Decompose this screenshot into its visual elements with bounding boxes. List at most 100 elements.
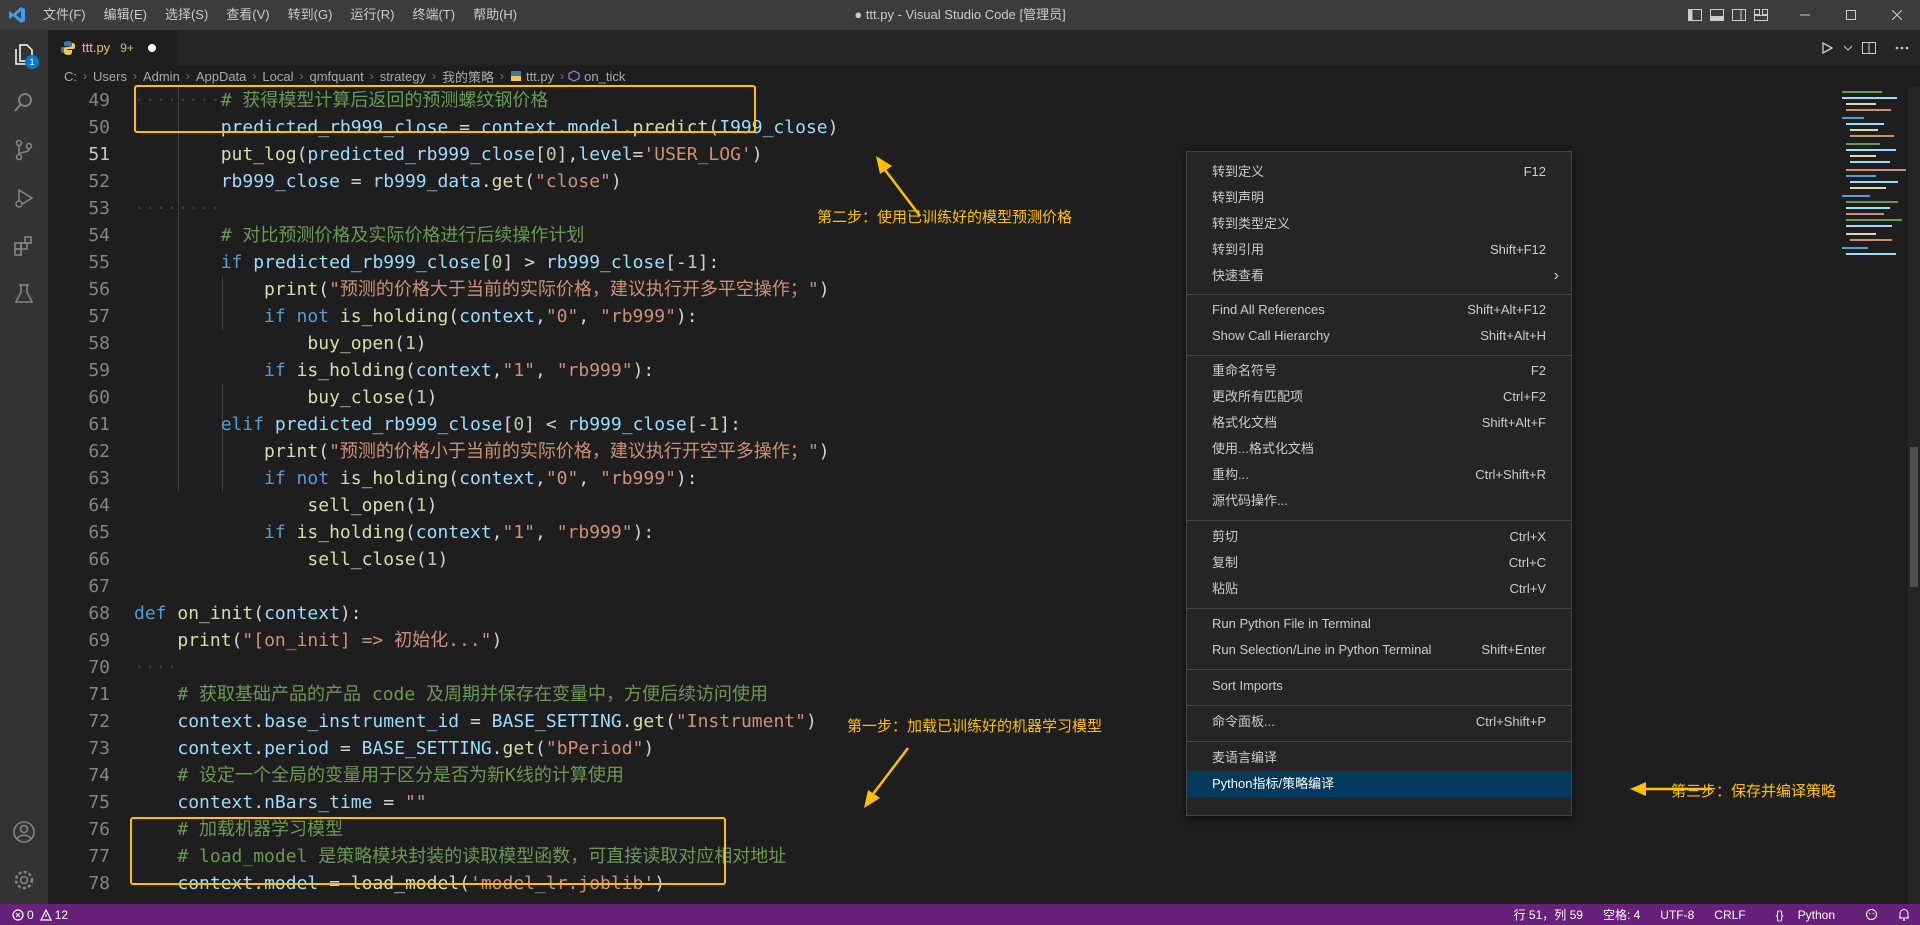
menu-item-paste[interactable]: 粘贴 Ctrl+V [1187,576,1571,602]
code-line: rb999_close = rb999_data.get("close") [220,171,622,192]
menu-item-go-to-references[interactable]: 转到引用 Shift+F12 [1187,237,1571,263]
line-number: 68 [88,603,110,624]
breadcrumb-item[interactable]: C: [64,69,77,84]
close-button[interactable] [1874,0,1920,30]
toggle-sidebar-icon[interactable] [1684,0,1706,30]
end-of-line[interactable]: CRLF [1714,908,1745,922]
source-control-icon[interactable] [0,126,48,174]
menu-bar: 文件(F) 编辑(E) 选择(S) 查看(V) 转到(G) 运行(R) 终端(T… [34,0,526,30]
menu-item-find-all-references[interactable]: Find All References Shift+Alt+F12 [1187,297,1571,323]
code-line: sell_open(1) [307,495,438,516]
notifications-bell-icon[interactable] [1898,908,1910,921]
breadcrumb-item[interactable]: strategy [380,69,426,84]
breadcrumb-item[interactable]: Local [262,69,293,84]
menu-item-source-action[interactable]: 源代码操作... [1187,488,1571,514]
indentation[interactable]: 空格: 4 [1603,906,1640,923]
menu-item-change-all-occurrences[interactable]: 更改所有匹配项 Ctrl+F2 [1187,384,1571,410]
menu-item-go-to-definition[interactable]: 转到定义 F12 [1187,159,1571,185]
breadcrumb-item[interactable]: Admin [143,69,180,84]
code-line: print("预测的价格大于当前的实际价格，建议执行开多平空操作；") [264,279,830,300]
menu-help[interactable]: 帮助(H) [464,0,526,30]
run-dropdown-chevron-icon[interactable] [1842,33,1854,63]
scrollbar-thumb[interactable] [1910,447,1918,587]
tab-problem-count: 9+ [120,40,134,55]
vertical-scrollbar[interactable] [1908,87,1920,904]
code-editor[interactable]: 49 50 51 52 53 54 55 56 57 58 59 60 61 6… [48,85,1920,904]
menu-item-run-selection[interactable]: Run Selection/Line in Python Terminal Shi… [1187,637,1571,663]
code-line: if predicted_rb999_close[0] > rb999_clos… [220,252,720,273]
menu-item-go-to-type-definition[interactable]: 转到类型定义 [1187,211,1571,237]
menu-separator [1187,294,1571,295]
line-number: 59 [88,360,110,381]
line-number: 73 [88,738,110,759]
menu-view[interactable]: 查看(V) [217,0,278,30]
language-mode[interactable]: {} Python [1766,908,1845,922]
menu-run[interactable]: 运行(R) [341,0,403,30]
unsaved-dot-icon[interactable] [147,43,156,52]
chevron-right-icon: › [83,69,87,83]
menu-item-command-palette[interactable]: 命令面板... Ctrl+Shift+P [1187,709,1571,735]
search-icon[interactable] [0,78,48,126]
breadcrumb-item[interactable]: on_tick [584,69,625,84]
breadcrumb-item[interactable]: ttt.py [526,69,554,84]
breadcrumb-item[interactable]: 我的策略 [442,67,494,86]
line-number: 66 [88,549,110,570]
menu-item-peek[interactable]: 快速查看 › [1187,263,1571,289]
run-debug-icon[interactable] [0,174,48,222]
problems-indicator[interactable]: 0 12 [12,908,68,922]
account-icon[interactable] [0,808,48,856]
explorer-badge: 1 [25,55,39,69]
line-number: 69 [88,630,110,651]
line-number: 58 [88,333,110,354]
toggle-secondary-sidebar-icon[interactable] [1728,0,1750,30]
line-number: 63 [88,468,110,489]
braces-icon: {} [1775,907,1784,922]
menu-item-rename-symbol[interactable]: 重命名符号 F2 [1187,358,1571,384]
error-count: 0 [27,907,34,922]
more-actions-icon[interactable] [1884,33,1920,63]
line-number: 56 [88,279,110,300]
menu-item-show-call-hierarchy[interactable]: Show Call Hierarchy Shift+Alt+H [1187,323,1571,349]
minimize-button[interactable] [1782,0,1828,30]
code-line: if not is_holding(context,"0", "rb999"): [264,306,698,327]
code-line: def on_init(context): [134,603,362,624]
menu-item-format-document-with[interactable]: 使用...格式化文档 [1187,436,1571,462]
menu-item-run-python-file[interactable]: Run Python File in Terminal [1187,611,1571,637]
split-editor-icon[interactable] [1854,33,1884,63]
warning-icon [39,908,52,921]
annotation-step2: 第二步：使用已训练好的模型预测价格 [817,209,1073,226]
menu-item-cut[interactable]: 剪切 Ctrl+X [1187,524,1571,550]
code-line: # 设定一个全局的变量用于区分是否为新K线的计算使用 [177,765,624,786]
menu-item-go-to-declaration[interactable]: 转到声明 [1187,185,1571,211]
menu-item-sort-imports[interactable]: Sort Imports [1187,673,1571,699]
tab-ttt-py[interactable]: ttt.py 9+ [48,30,178,65]
extensions-icon[interactable] [0,222,48,270]
customize-layout-icon[interactable] [1750,0,1772,30]
testing-icon[interactable] [0,270,48,318]
cursor-position[interactable]: 行 51，列 59 [1514,906,1583,923]
menu-edit[interactable]: 编辑(E) [95,0,156,30]
explorer-icon[interactable]: 1 [0,30,48,78]
run-python-file-icon[interactable] [1812,33,1842,63]
menu-selection[interactable]: 选择(S) [156,0,217,30]
menu-go[interactable]: 转到(G) [279,0,342,30]
breadcrumb: C: › Users › Admin › AppData › Local › qmfqua… [48,65,1920,87]
menu-item-copy[interactable]: 复制 Ctrl+C [1187,550,1571,576]
encoding[interactable]: UTF-8 [1660,908,1694,922]
breadcrumb-item[interactable]: qmfquant [309,69,363,84]
menu-item-mai-language-compile[interactable]: 麦语言编译 [1187,745,1571,771]
menu-item-python-strategy-compile[interactable]: Python指标/策略编译 [1187,771,1571,797]
settings-gear-icon[interactable] [0,856,48,904]
menu-item-format-document[interactable]: 格式化文档 Shift+Alt+F [1187,410,1571,436]
code-line: context.period = BASE_SETTING.get("bPeri… [177,738,655,759]
breadcrumb-item[interactable]: AppData [196,69,247,84]
menu-file[interactable]: 文件(F) [34,0,95,30]
toggle-panel-icon[interactable] [1706,0,1728,30]
context-menu: 转到定义 F12 转到声明 转到类型定义 转到引用 Shift+F12 快速查看 › … [1186,151,1572,816]
line-number: 53 [88,198,110,219]
breadcrumb-item[interactable]: Users [93,69,127,84]
menu-item-refactor[interactable]: 重构... Ctrl+Shift+R [1187,462,1571,488]
feedback-icon[interactable] [1865,908,1878,921]
menu-terminal[interactable]: 终端(T) [403,0,464,30]
maximize-button[interactable] [1828,0,1874,30]
